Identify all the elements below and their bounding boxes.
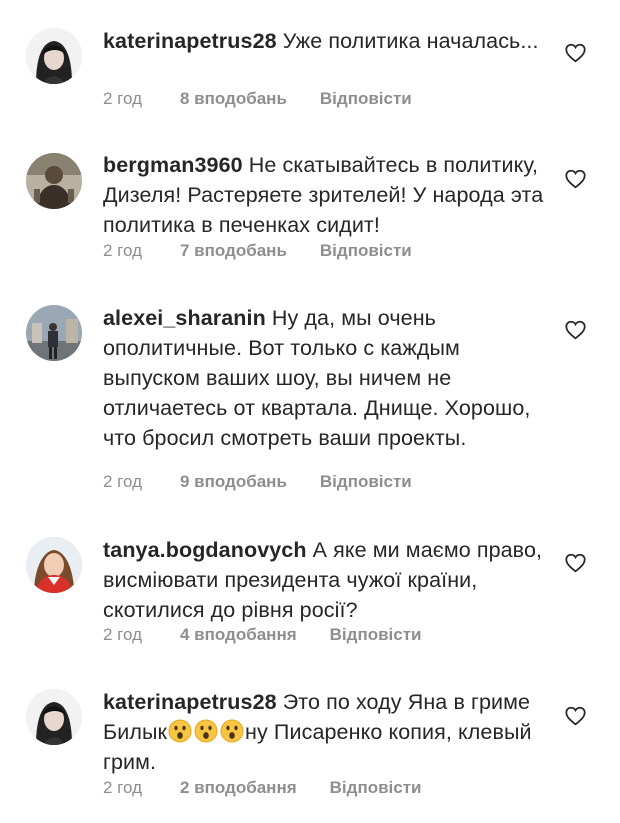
comment-time: 2 год — [103, 778, 143, 797]
comment-time: 2 год — [103, 625, 143, 644]
comment-body: katerinapetrus28 Уже политика началась... — [103, 26, 553, 56]
reply-button[interactable]: Відповісти — [320, 87, 412, 111]
avatar[interactable] — [26, 305, 82, 361]
astonished-face-emoji-icon — [194, 719, 218, 743]
comment-meta: 2 год 4 вподобання Відповісти — [103, 623, 422, 647]
comment-body: alexei_sharanin Ну да, мы очень ополитичн… — [103, 303, 553, 453]
astonished-face-emoji-icon — [168, 719, 192, 743]
comment-body: bergman3960 Не скатывайтесь в политику, Д… — [103, 150, 553, 240]
comment-username[interactable]: tanya.bogdanovych — [103, 538, 307, 562]
comment-likes[interactable]: 7 вподобань — [180, 239, 287, 263]
avatar[interactable] — [26, 537, 82, 593]
like-heart-icon[interactable] — [565, 169, 586, 189]
reply-button[interactable]: Відповісти — [320, 239, 412, 263]
comment-body: katerinapetrus28 Это по ходу Яна в гриме … — [103, 687, 553, 777]
comment-likes[interactable]: 9 вподобань — [180, 470, 287, 494]
like-heart-icon[interactable] — [565, 553, 586, 573]
comment-meta: 2 год 7 вподобань Відповісти — [103, 239, 412, 263]
avatar[interactable] — [26, 153, 82, 209]
reply-button[interactable]: Відповісти — [320, 470, 412, 494]
like-heart-icon[interactable] — [565, 320, 586, 340]
comment-meta: 2 год 2 вподобання Відповісти — [103, 776, 422, 800]
avatar[interactable] — [26, 689, 82, 745]
comment-likes[interactable]: 2 вподобання — [180, 776, 297, 800]
avatar[interactable] — [26, 28, 82, 84]
like-heart-icon[interactable] — [565, 43, 586, 63]
astonished-face-emoji-icon — [220, 719, 244, 743]
comment-meta: 2 год 9 вподобань Відповісти — [103, 470, 412, 494]
comment-time: 2 год — [103, 89, 143, 108]
comment-text: Уже политика началась... — [282, 29, 539, 53]
comment-username[interactable]: bergman3960 — [103, 153, 243, 177]
comment-username[interactable]: katerinapetrus28 — [103, 690, 277, 714]
comment-meta: 2 год 8 вподобань Відповісти — [103, 87, 412, 111]
comment-likes[interactable]: 4 вподобання — [180, 623, 297, 647]
comments-list: katerinapetrus28 Уже политика началась...… — [0, 0, 620, 823]
comment-time: 2 год — [103, 472, 143, 491]
comment-time: 2 год — [103, 241, 143, 260]
reply-button[interactable]: Відповісти — [330, 623, 422, 647]
comment-username[interactable]: alexei_sharanin — [103, 306, 266, 330]
reply-button[interactable]: Відповісти — [330, 776, 422, 800]
comment-body: tanya.bogdanovych А яке ми маємо право, в… — [103, 535, 553, 625]
comment-likes[interactable]: 8 вподобань — [180, 87, 287, 111]
comment-username[interactable]: katerinapetrus28 — [103, 29, 277, 53]
like-heart-icon[interactable] — [565, 706, 586, 726]
